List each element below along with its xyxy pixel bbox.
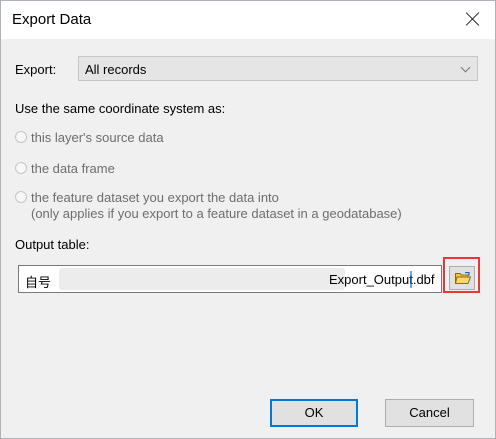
ok-button[interactable]: OK <box>270 399 358 427</box>
radio-button[interactable] <box>15 131 27 143</box>
export-data-dialog: Export Data Export: All records Use the … <box>0 0 496 439</box>
folder-open-icon <box>455 272 471 284</box>
redacted-path <box>59 268 345 290</box>
radio-label: this layer's source data <box>31 130 164 145</box>
title-bar: Export Data <box>1 1 495 39</box>
chevron-down-icon <box>460 62 471 73</box>
radio-label: the data frame <box>31 161 115 176</box>
output-table-input[interactable]: 自号 Export_Output.dbf <box>18 265 442 293</box>
radio-layer-source[interactable]: this layer's source data <box>15 130 164 146</box>
export-label: Export: <box>15 62 57 77</box>
radio-sublabel: (only applies if you export to a feature… <box>31 206 402 221</box>
cancel-button[interactable]: Cancel <box>385 399 474 427</box>
browse-button[interactable] <box>449 266 475 290</box>
window-title: Export Data <box>12 11 92 28</box>
radio-label-block: the feature dataset you export the data … <box>31 190 402 222</box>
radio-label: the feature dataset you export the data … <box>31 190 279 205</box>
coordinate-system-label: Use the same coordinate system as: <box>15 101 226 116</box>
radio-feature-dataset[interactable]: the feature dataset you export the data … <box>15 190 402 222</box>
radio-button[interactable] <box>15 191 27 203</box>
text-caret <box>410 271 412 288</box>
radio-button[interactable] <box>15 162 27 174</box>
export-select-value: All records <box>85 62 147 77</box>
output-path-filename: Export_Output.dbf <box>329 272 435 287</box>
output-path-prefix: 自号 <box>25 275 52 290</box>
export-select[interactable]: All records <box>78 56 478 81</box>
close-icon[interactable] <box>463 9 483 29</box>
output-table-label: Output table: <box>15 237 90 252</box>
radio-data-frame[interactable]: the data frame <box>15 161 115 177</box>
